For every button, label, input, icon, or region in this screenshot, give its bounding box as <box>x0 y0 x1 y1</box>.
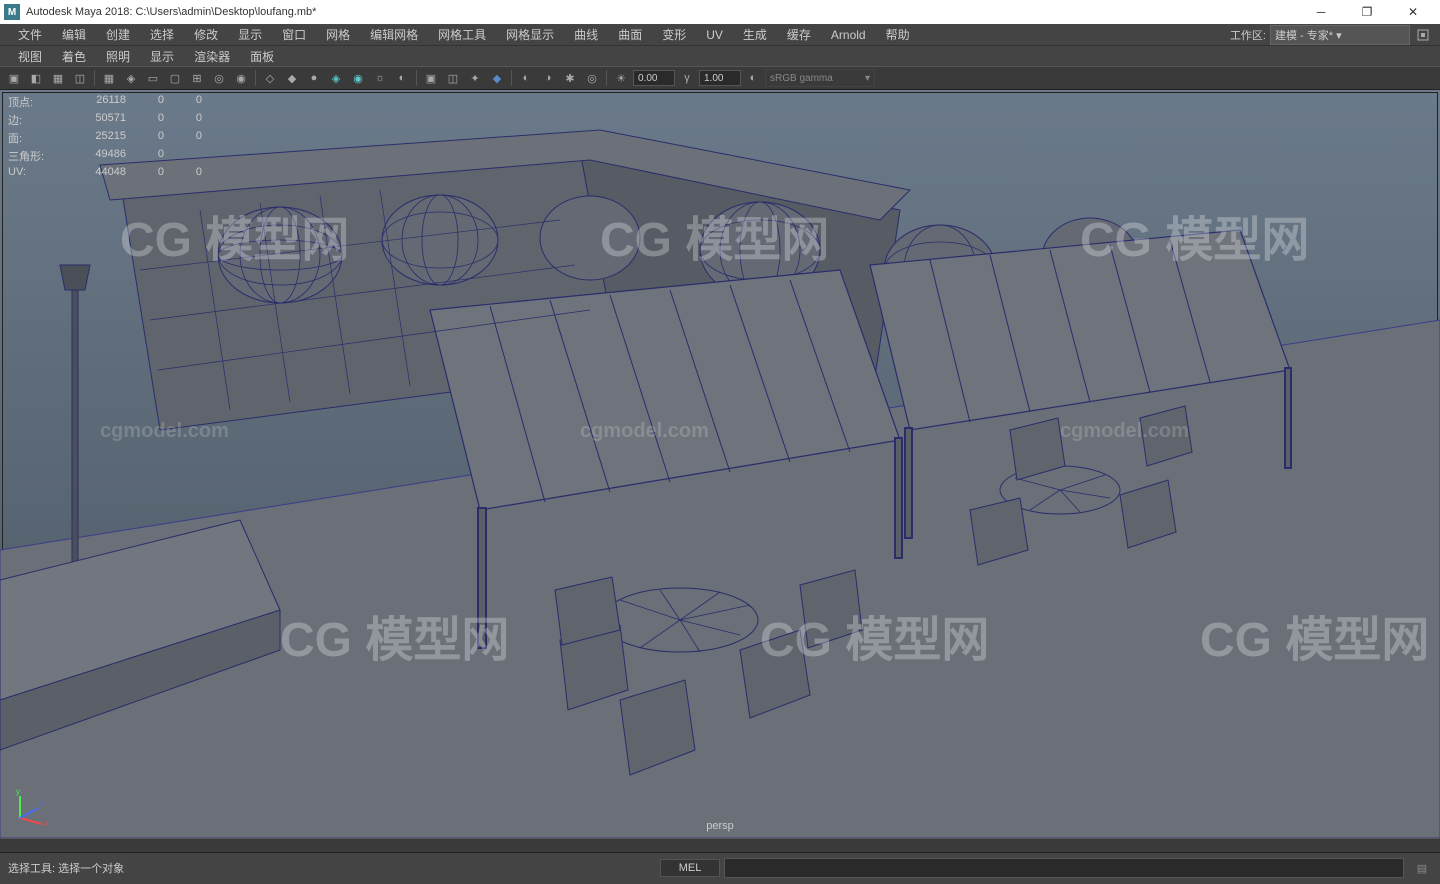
menu-cache[interactable]: 缓存 <box>777 26 821 43</box>
tool-field-chart-icon[interactable]: ⊞ <box>187 68 207 88</box>
tool-smooth-shade-icon[interactable]: ◆ <box>282 68 302 88</box>
tool-xray-components-icon[interactable]: ◆ <box>487 68 507 88</box>
close-button[interactable]: ✕ <box>1390 0 1436 24</box>
status-message: 选择工具: 选择一个对象 <box>8 860 660 876</box>
tool-xray-icon[interactable]: ◫ <box>443 68 463 88</box>
menu-surfaces[interactable]: 曲面 <box>608 26 652 43</box>
tool-gamma-icon[interactable]: γ <box>677 68 697 88</box>
camera-label: persp <box>706 820 734 832</box>
tool-use-default-material-icon[interactable]: ● <box>304 68 324 88</box>
axis-gizmo-icon: y x z <box>12 786 52 826</box>
exposure-input[interactable] <box>633 70 675 86</box>
statusbar: 选择工具: 选择一个对象 MEL ▤ <box>0 838 1440 884</box>
panel-menubar: 视图 着色 照明 显示 渲染器 面板 <box>0 46 1440 66</box>
tool-resolution-gate-icon[interactable]: ▭ <box>143 68 163 88</box>
menu-file[interactable]: 文件 <box>8 26 52 43</box>
panel-menu-shading[interactable]: 着色 <box>52 48 96 65</box>
script-language-toggle[interactable]: MEL <box>660 859 720 877</box>
tool-safe-title-icon[interactable]: ◉ <box>231 68 251 88</box>
tool-gate-mask-icon[interactable]: ▢ <box>165 68 185 88</box>
menu-modify[interactable]: 修改 <box>184 26 228 43</box>
tool-screen-space-ao-icon[interactable]: ◐ <box>516 68 536 88</box>
menu-select[interactable]: 选择 <box>140 26 184 43</box>
tool-view-transform-icon[interactable]: ◐ <box>743 68 763 88</box>
tool-wireframe-shaded-icon[interactable]: ◈ <box>326 68 346 88</box>
menu-generate[interactable]: 生成 <box>733 26 777 43</box>
titlebar: M Autodesk Maya 2018: C:\Users\admin\Des… <box>0 0 1440 24</box>
panel-menu-panels[interactable]: 面板 <box>240 48 284 65</box>
tool-wireframe-icon[interactable]: ◇ <box>260 68 280 88</box>
menu-arnold[interactable]: Arnold <box>821 28 876 42</box>
gamma-input[interactable] <box>699 70 741 86</box>
viewport-toolbar: ▣ ◧ ▦ ◫ ▦ ◈ ▭ ▢ ⊞ ◎ ◉ ◇ ◆ ● ◈ ◉ ☼ ◐ ▣ ◫ … <box>0 66 1440 90</box>
main-menubar: 文件 编辑 创建 选择 修改 显示 窗口 网格 编辑网格 网格工具 网格显示 曲… <box>0 24 1440 46</box>
tool-2d-icon[interactable]: ◫ <box>70 68 90 88</box>
menu-mesh-display[interactable]: 网格显示 <box>496 26 564 43</box>
command-line-input[interactable] <box>724 858 1404 878</box>
viewport[interactable]: 顶点:2611800 边:5057100 面:2521500 三角形:49486… <box>0 90 1440 838</box>
menu-create[interactable]: 创建 <box>96 26 140 43</box>
tool-bookmark-icon[interactable]: ◧ <box>26 68 46 88</box>
svg-text:y: y <box>16 787 20 796</box>
workspace-dropdown[interactable]: 建模 - 专家* ▾ <box>1270 25 1410 45</box>
menu-mesh[interactable]: 网格 <box>316 26 360 43</box>
panel-menu-renderer[interactable]: 渲染器 <box>184 48 240 65</box>
menu-mesh-tools[interactable]: 网格工具 <box>428 26 496 43</box>
tool-safe-action-icon[interactable]: ◎ <box>209 68 229 88</box>
3d-scene <box>0 90 1440 838</box>
workspace-settings-icon[interactable] <box>1414 26 1432 44</box>
colorspace-dropdown[interactable]: sRGB gamma▾ <box>765 69 875 87</box>
tool-select-camera-icon[interactable]: ▣ <box>4 68 24 88</box>
menu-window[interactable]: 窗口 <box>272 26 316 43</box>
script-editor-icon[interactable]: ▤ <box>1412 858 1432 878</box>
minimize-button[interactable]: ─ <box>1298 0 1344 24</box>
window-controls: ─ ❐ ✕ <box>1298 0 1436 24</box>
menu-display[interactable]: 显示 <box>228 26 272 43</box>
menu-edit-mesh[interactable]: 编辑网格 <box>360 26 428 43</box>
workspace-label: 工作区: <box>1230 27 1266 43</box>
tool-depth-of-field-icon[interactable]: ◎ <box>582 68 602 88</box>
poly-count-hud: 顶点:2611800 边:5057100 面:2521500 三角形:49486… <box>8 94 202 180</box>
svg-text:x: x <box>44 819 48 826</box>
tool-xray-joints-icon[interactable]: ✦ <box>465 68 485 88</box>
menu-edit[interactable]: 编辑 <box>52 26 96 43</box>
maximize-button[interactable]: ❐ <box>1344 0 1390 24</box>
menu-uv[interactable]: UV <box>696 28 733 42</box>
tool-film-gate-icon[interactable]: ◈ <box>121 68 141 88</box>
menu-deform[interactable]: 变形 <box>652 26 696 43</box>
tool-shadows-icon[interactable]: ◐ <box>392 68 412 88</box>
menu-curves[interactable]: 曲线 <box>564 26 608 43</box>
tool-textured-icon[interactable]: ◉ <box>348 68 368 88</box>
panel-menu-show[interactable]: 显示 <box>140 48 184 65</box>
tool-motion-blur-icon[interactable]: ◑ <box>538 68 558 88</box>
tool-multisample-icon[interactable]: ✱ <box>560 68 580 88</box>
panel-menu-view[interactable]: 视图 <box>8 48 52 65</box>
tool-exposure-icon[interactable]: ☀ <box>611 68 631 88</box>
menu-help[interactable]: 帮助 <box>876 26 920 43</box>
window-title: Autodesk Maya 2018: C:\Users\admin\Deskt… <box>26 6 1298 18</box>
panel-menu-lighting[interactable]: 照明 <box>96 48 140 65</box>
app-icon: M <box>4 4 20 20</box>
tool-isolate-select-icon[interactable]: ▣ <box>421 68 441 88</box>
svg-text:z: z <box>40 799 44 808</box>
tool-grid-icon[interactable]: ▦ <box>99 68 119 88</box>
tool-image-plane-icon[interactable]: ▦ <box>48 68 68 88</box>
tool-use-lights-icon[interactable]: ☼ <box>370 68 390 88</box>
